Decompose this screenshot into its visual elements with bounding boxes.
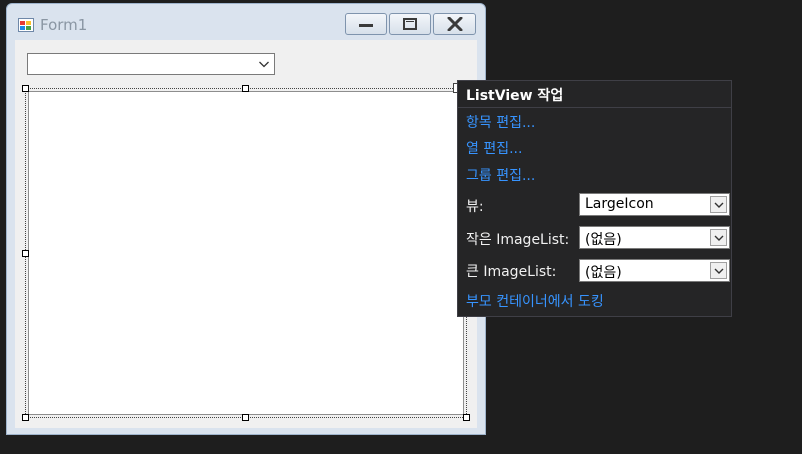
resize-handle-top-left[interactable] <box>22 85 29 92</box>
form-window: Form1 <box>6 3 486 435</box>
form-client-area[interactable] <box>15 40 477 428</box>
resize-handle-left[interactable] <box>22 250 29 257</box>
chevron-down-icon[interactable] <box>258 58 270 70</box>
combo-box[interactable] <box>27 53 275 75</box>
view-select-value: LargeIcon <box>585 196 654 212</box>
resize-handle-bottom-right[interactable] <box>463 414 470 421</box>
edit-items-link[interactable]: 항목 편집... <box>466 112 535 132</box>
maximize-icon <box>403 18 417 30</box>
view-dropdown-button[interactable] <box>710 196 727 213</box>
resize-handle-top[interactable] <box>242 85 249 92</box>
small-imagelist-value: (없음) <box>585 232 622 248</box>
view-select[interactable]: LargeIcon <box>579 193 730 216</box>
resize-handle-bottom[interactable] <box>242 414 249 421</box>
panel-divider <box>458 107 731 108</box>
smart-tag-panel: ListView 작업 항목 편집... 열 편집... 그룹 편집... 뷰:… <box>457 80 732 317</box>
form-title: Form1 <box>40 16 88 34</box>
small-imagelist-select[interactable]: (없음) <box>579 226 730 249</box>
close-icon <box>447 17 462 31</box>
dock-in-parent-link[interactable]: 부모 컨테이너에서 도킹 <box>466 291 604 311</box>
small-imagelist-label: 작은 ImageList: <box>466 232 570 248</box>
large-imagelist-value: (없음) <box>585 265 622 281</box>
chevron-down-icon <box>714 235 723 241</box>
edit-groups-link[interactable]: 그룹 편집... <box>466 165 535 185</box>
view-label: 뷰: <box>466 199 484 215</box>
minimize-button[interactable] <box>345 13 387 35</box>
maximize-button[interactable] <box>389 13 431 35</box>
chevron-down-icon <box>714 268 723 274</box>
large-imagelist-label: 큰 ImageList: <box>466 264 557 280</box>
minimize-icon <box>359 24 373 27</box>
resize-handle-bottom-left[interactable] <box>22 414 29 421</box>
close-button[interactable] <box>433 13 476 35</box>
large-imagelist-dropdown-button[interactable] <box>710 262 727 279</box>
panel-title: ListView 작업 <box>466 88 564 104</box>
form-titlebar[interactable]: Form1 <box>7 4 485 40</box>
form-app-icon <box>18 18 34 32</box>
edit-columns-link[interactable]: 열 편집... <box>466 138 522 158</box>
designer-surface: Form1 ListView 작업 항목 편집... 열 편집... 그룹 편집… <box>0 0 802 454</box>
listview-control[interactable] <box>28 91 464 415</box>
chevron-down-icon <box>714 202 723 208</box>
small-imagelist-dropdown-button[interactable] <box>710 229 727 246</box>
large-imagelist-select[interactable]: (없음) <box>579 259 730 282</box>
